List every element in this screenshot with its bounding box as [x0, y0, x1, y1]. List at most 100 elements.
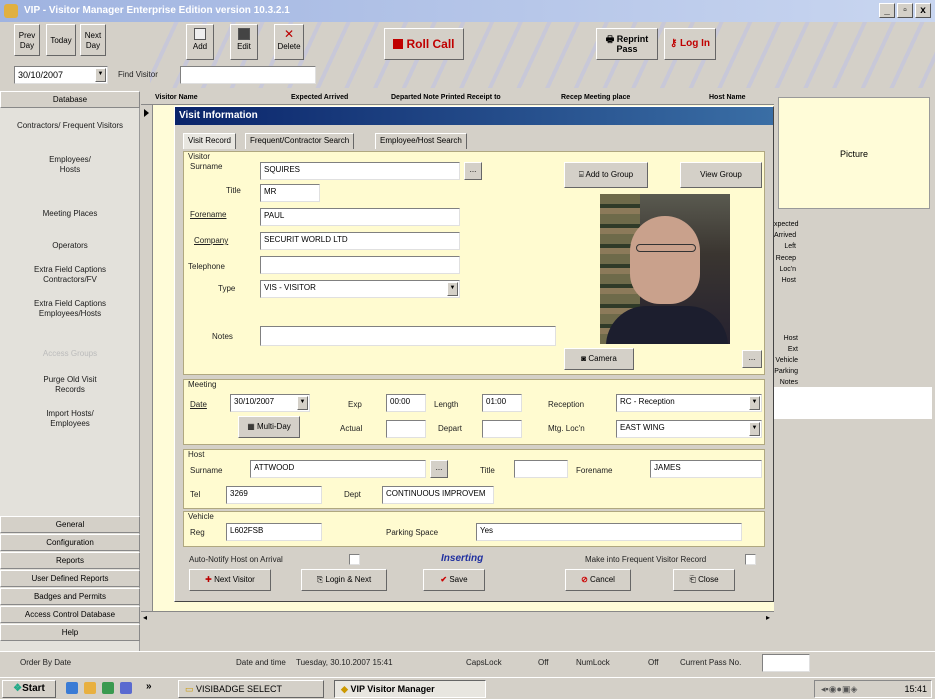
cancel-label: Cancel: [590, 575, 615, 584]
start-button[interactable]: ❖Start: [2, 680, 56, 698]
parking-space-input[interactable]: Yes: [476, 523, 742, 541]
visitor-telephone-input[interactable]: [260, 256, 460, 274]
roll-call-button[interactable]: Roll Call: [384, 28, 464, 60]
tab-frequent-search[interactable]: Frequent/Contractor Search: [245, 133, 355, 149]
date-dropdown-arrow-icon[interactable]: ▼: [95, 68, 106, 82]
quicklaunch-app-icon[interactable]: [102, 682, 114, 694]
sidebar-access-control[interactable]: Access Control Database: [0, 606, 140, 623]
host-surname-input[interactable]: ATTWOOD: [250, 460, 426, 478]
quicklaunch-folder-icon[interactable]: [84, 682, 96, 694]
find-visitor-input[interactable]: [180, 66, 316, 84]
visitor-surname-input[interactable]: SQUIRES: [260, 162, 460, 180]
maximize-button[interactable]: ▫: [897, 3, 913, 18]
host-lookup-button[interactable]: ...: [430, 460, 448, 478]
reprint-pass-button[interactable]: 🖶 Reprint Pass: [596, 28, 658, 60]
login-next-button[interactable]: ⎘ Login & Next: [301, 569, 387, 591]
mtg-loc-dropdown-icon[interactable]: ▼: [749, 422, 760, 436]
depart-input[interactable]: [482, 420, 522, 438]
close-window-button[interactable]: x: [915, 3, 931, 18]
horizontal-scrollbar[interactable]: ◂ ▸: [141, 611, 774, 626]
sidebar-item-access-groups[interactable]: Access Groups: [0, 349, 140, 359]
sidebar-badges-permits[interactable]: Badges and Permits: [0, 588, 140, 605]
view-group-button[interactable]: View Group: [680, 162, 762, 188]
col-departed[interactable]: Departed Note Printed Receipt to: [391, 91, 501, 104]
photo-options-button[interactable]: ...: [742, 350, 762, 368]
database-header[interactable]: Database: [0, 91, 140, 108]
visitor-forename-input[interactable]: PAUL: [260, 208, 460, 226]
visitor-company-input[interactable]: SECURIT WORLD LTD: [260, 232, 460, 250]
current-pass-input[interactable]: [762, 654, 810, 672]
visitor-type-dropdown-icon[interactable]: ▼: [447, 282, 458, 296]
sidebar-item-contractors[interactable]: Contractors/ Frequent Visitors: [0, 121, 140, 131]
scroll-right-icon[interactable]: ▸: [766, 613, 770, 622]
camera-button[interactable]: ◙ Camera: [564, 348, 634, 370]
add-label: Add: [192, 42, 208, 51]
mtg-loc-select[interactable]: EAST WING ▼: [616, 420, 762, 438]
visitor-notes-input[interactable]: [260, 326, 556, 346]
sidebar-item-operators[interactable]: Operators: [0, 241, 140, 251]
date-picker[interactable]: 30/10/2007 ▼: [14, 66, 108, 84]
tray-icons[interactable]: ◂▪◉●▣◈: [821, 681, 857, 697]
col-visitor-name[interactable]: Visitor Name: [155, 91, 198, 104]
meeting-group-label: Meeting: [188, 380, 217, 389]
visitor-type-select[interactable]: VIS - VISITOR ▼: [260, 280, 460, 298]
visitor-title-input[interactable]: MR: [260, 184, 320, 202]
sidebar-reports[interactable]: Reports: [0, 552, 140, 569]
tab-employee-search[interactable]: Employee/Host Search: [375, 133, 467, 149]
row-selector: [141, 105, 153, 625]
host-title-input[interactable]: [514, 460, 568, 478]
delete-button[interactable]: ✕ Delete: [274, 24, 304, 60]
exp-time-input[interactable]: 00:00: [386, 394, 426, 412]
multi-day-button[interactable]: ▦ Multi-Day: [238, 416, 300, 438]
next-day-button[interactable]: Next Day: [80, 24, 106, 56]
reception-select[interactable]: RC - Reception ▼: [616, 394, 762, 412]
host-dept-input[interactable]: CONTINUOUS IMPROVEM: [382, 486, 494, 504]
col-expected-arrived[interactable]: Expected Arrived: [291, 91, 348, 104]
auto-notify-checkbox[interactable]: [349, 554, 360, 565]
col-host-name[interactable]: Host Name: [709, 91, 746, 104]
sidebar-item-employees[interactable]: Employees/ Hosts: [0, 155, 140, 175]
quicklaunch-desktop-icon[interactable]: [120, 682, 132, 694]
taskbar-visibadge[interactable]: ▭ VISIBADGE SELECT: [178, 680, 324, 698]
minimize-button[interactable]: _: [879, 3, 895, 18]
actual-input[interactable]: [386, 420, 426, 438]
tab-visit-record[interactable]: Visit Record: [183, 133, 236, 149]
sidebar-general[interactable]: General: [0, 516, 140, 533]
add-to-group-button[interactable]: ⌸ Add to Group: [564, 162, 648, 188]
sidebar-configuration[interactable]: Configuration: [0, 534, 140, 551]
multi-day-label: Multi-Day: [257, 422, 291, 431]
add-button[interactable]: Add: [186, 24, 214, 60]
host-tel-label: Tel: [190, 490, 201, 499]
host-forename-input[interactable]: JAMES: [650, 460, 762, 478]
reception-dropdown-icon[interactable]: ▼: [749, 396, 760, 410]
make-frequent-checkbox[interactable]: [745, 554, 756, 565]
save-button[interactable]: ✔ Save: [423, 569, 485, 591]
sidebar-user-defined-reports[interactable]: User Defined Reports: [0, 570, 140, 587]
host-tel-input[interactable]: 3269: [226, 486, 322, 504]
prev-day-button[interactable]: Prev Day: [14, 24, 40, 56]
meeting-date-dropdown-icon[interactable]: ▼: [297, 396, 308, 410]
taskbar-vip[interactable]: ◆ VIP Visitor Manager: [334, 680, 486, 698]
today-button[interactable]: Today: [46, 24, 76, 56]
picture-box: Picture: [778, 97, 930, 209]
vehicle-reg-input[interactable]: L602FSB: [226, 523, 322, 541]
col-recep-meeting[interactable]: Recep Meeting place: [561, 91, 630, 104]
next-visitor-button[interactable]: ✚ Next Visitor: [189, 569, 271, 591]
scroll-left-icon[interactable]: ◂: [143, 613, 147, 622]
visitor-surname-lookup-button[interactable]: ...: [464, 162, 482, 180]
edit-button[interactable]: Edit: [230, 24, 258, 60]
quicklaunch-more-icon[interactable]: »: [146, 681, 152, 692]
sidebar-item-purge[interactable]: Purge Old Visit Records: [0, 375, 140, 395]
sidebar-item-extra-field-employees[interactable]: Extra Field Captions Employees/Hosts: [0, 299, 140, 319]
length-input[interactable]: 01:00: [482, 394, 522, 412]
sidebar-item-import-hosts[interactable]: Import Hosts/ Employees: [0, 409, 140, 429]
cancel-button[interactable]: ⊘ Cancel: [565, 569, 631, 591]
type-label: Type: [218, 284, 236, 293]
meeting-date-picker[interactable]: 30/10/2007 ▼: [230, 394, 310, 412]
sidebar-item-extra-field-contractors[interactable]: Extra Field Captions Contractors/FV: [0, 265, 140, 285]
sidebar-item-meeting-places[interactable]: Meeting Places: [0, 209, 140, 219]
sidebar-help[interactable]: Help: [0, 624, 140, 641]
close-button[interactable]: ⎗ Close: [673, 569, 735, 591]
log-in-button[interactable]: ⚷ Log In: [664, 28, 716, 60]
quicklaunch-ie-icon[interactable]: [66, 682, 78, 694]
